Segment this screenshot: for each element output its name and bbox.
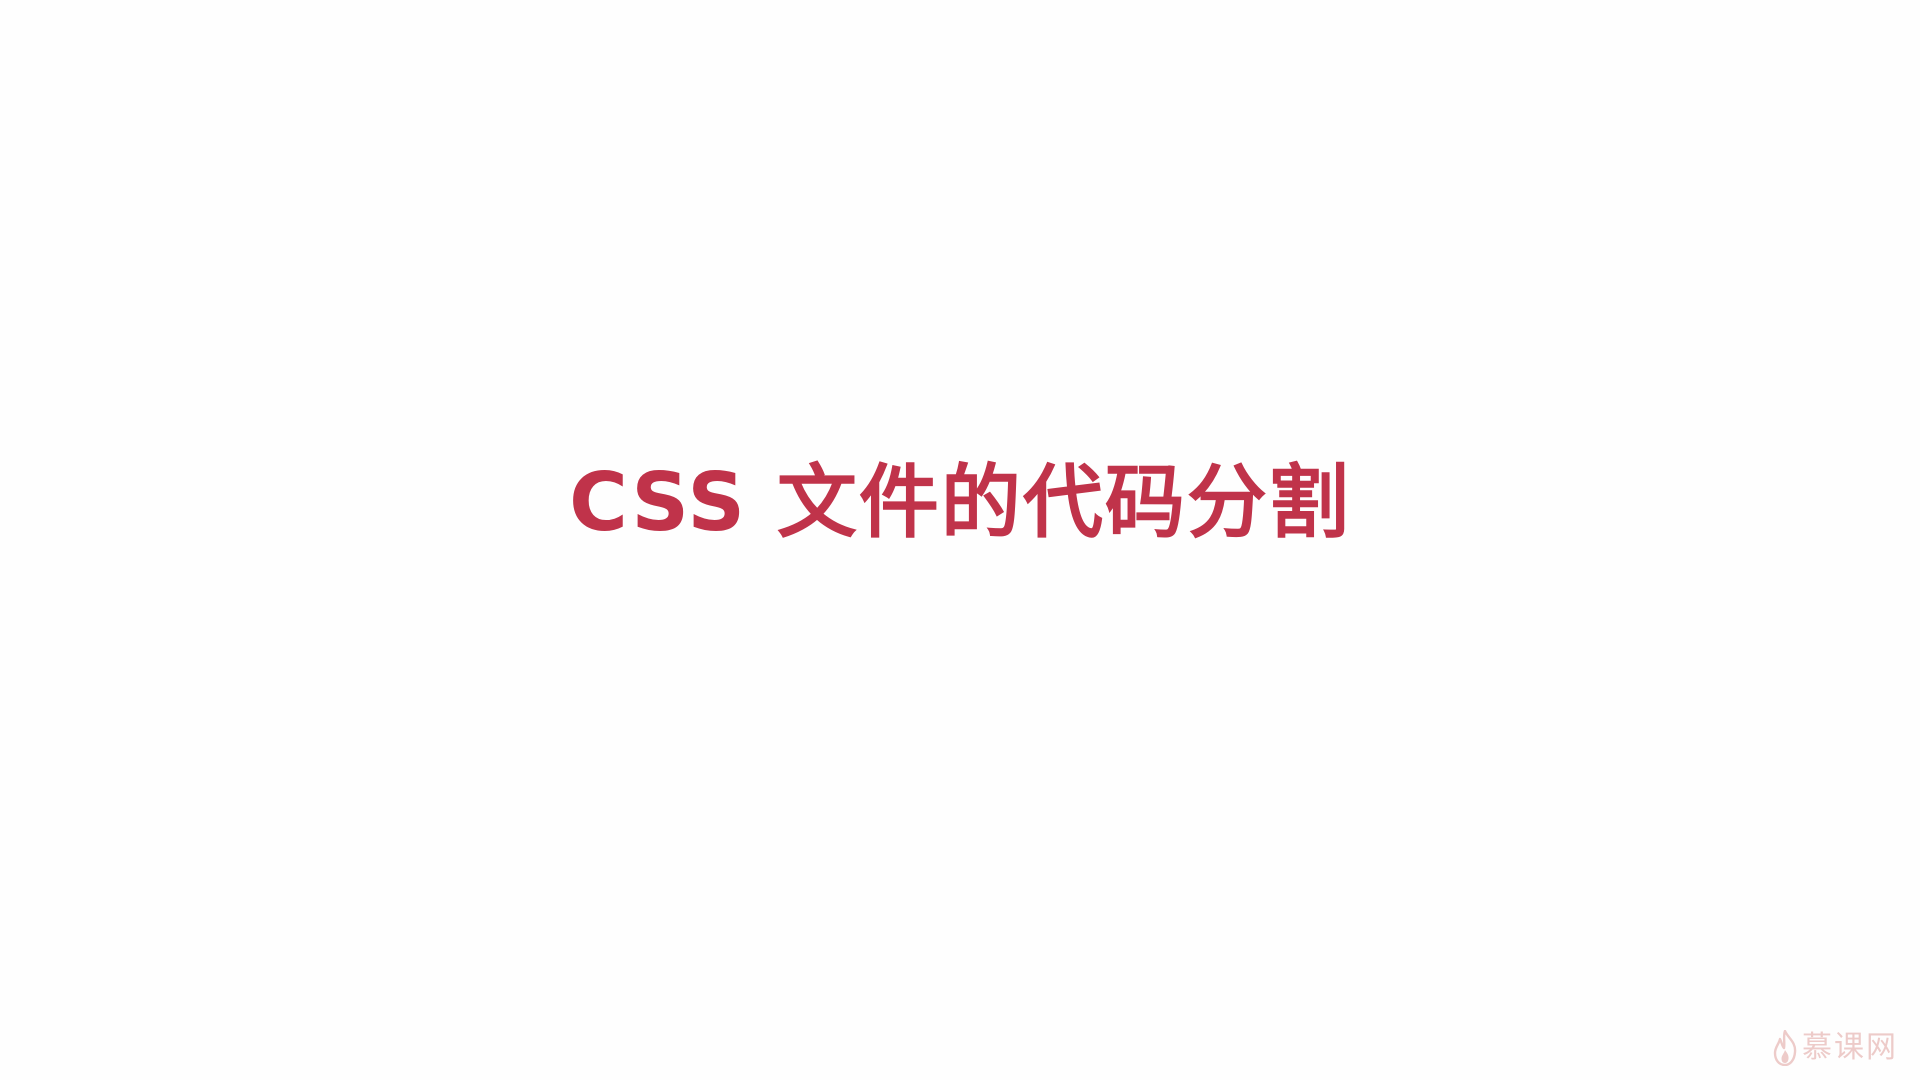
watermark: 慕课网 bbox=[1772, 1030, 1898, 1066]
watermark-text: 慕课网 bbox=[1802, 1030, 1898, 1065]
slide-title: CSS 文件的代码分割 bbox=[569, 456, 1351, 549]
slide-canvas: CSS 文件的代码分割 慕课网 bbox=[0, 0, 1920, 1080]
flame-icon bbox=[1772, 1030, 1798, 1066]
